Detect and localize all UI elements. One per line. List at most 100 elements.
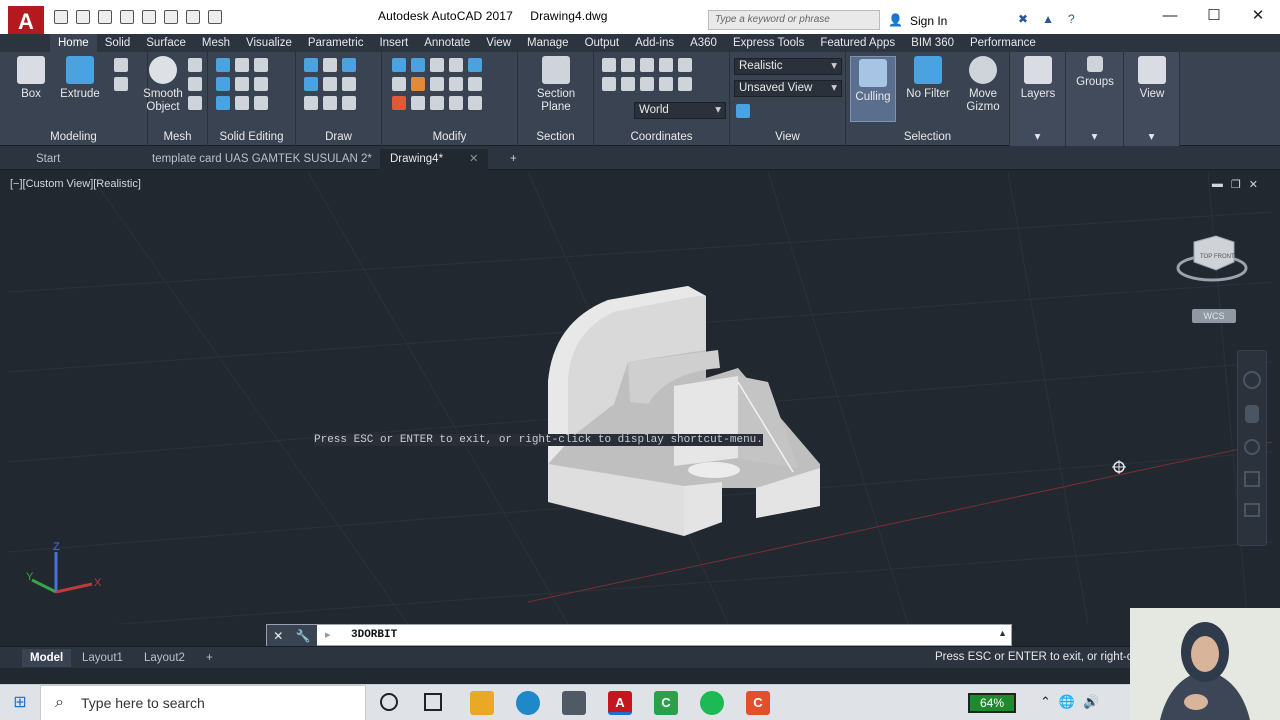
ucs-x-icon[interactable] bbox=[640, 58, 654, 72]
steering-wheel-icon[interactable] bbox=[1243, 371, 1261, 389]
copy-icon[interactable] bbox=[449, 58, 463, 72]
camtasia-green-icon[interactable]: C bbox=[654, 691, 678, 715]
extrude-button[interactable]: Extrude bbox=[58, 56, 102, 101]
3d-array-icon[interactable] bbox=[468, 96, 482, 110]
command-history-icon[interactable]: ▲ bbox=[998, 628, 1007, 638]
presspull-icon[interactable] bbox=[114, 77, 128, 91]
new-icon[interactable] bbox=[54, 10, 68, 24]
tab-express-tools[interactable]: Express Tools bbox=[725, 34, 812, 52]
ucs-origin-icon[interactable] bbox=[602, 77, 616, 91]
viewport-config-icon[interactable] bbox=[736, 104, 750, 118]
rotate-icon[interactable] bbox=[411, 58, 425, 72]
close-button[interactable]: ✕ bbox=[1236, 0, 1280, 32]
command-line[interactable]: ✕ 🔧 ▸ 3DORBIT ▲ bbox=[266, 624, 1012, 647]
thicken-icon[interactable] bbox=[235, 96, 249, 110]
edge-icon[interactable] bbox=[516, 691, 540, 715]
offset-icon[interactable] bbox=[411, 96, 425, 110]
section-plane-button[interactable]: Section Plane bbox=[528, 56, 584, 114]
layers-expand-icon[interactable]: ▾ bbox=[1010, 129, 1065, 143]
help-icon[interactable]: ? bbox=[1068, 12, 1075, 26]
interfere-icon[interactable] bbox=[235, 77, 249, 91]
layout-tab-model[interactable]: Model bbox=[22, 649, 72, 667]
ucs-dropdown[interactable]: World bbox=[634, 102, 726, 119]
tab-surface[interactable]: Surface bbox=[138, 34, 194, 52]
panel-title-mesh[interactable]: Mesh bbox=[148, 131, 207, 143]
tab-mesh[interactable]: Mesh bbox=[194, 34, 238, 52]
edit-faces-icon[interactable] bbox=[254, 58, 268, 72]
close-tab-icon[interactable]: ✕ bbox=[469, 153, 478, 165]
viewport-minimize-icon[interactable]: ▬ bbox=[1212, 178, 1223, 191]
tab-insert[interactable]: Insert bbox=[371, 34, 416, 52]
subtract-icon[interactable] bbox=[216, 77, 230, 91]
viewport-controls-label[interactable]: [−][Custom View][Realistic] bbox=[10, 178, 141, 190]
move-icon[interactable] bbox=[392, 58, 406, 72]
panel-title-section[interactable]: Section bbox=[518, 131, 593, 143]
trim-icon[interactable] bbox=[392, 77, 406, 91]
file-tab-start[interactable]: Start bbox=[26, 149, 70, 170]
wcs-menu[interactable]: WCS bbox=[1192, 309, 1236, 323]
panel-title-draw[interactable]: Draw bbox=[296, 131, 381, 143]
construction-line-icon[interactable] bbox=[323, 77, 337, 91]
pan-icon[interactable] bbox=[1245, 405, 1259, 423]
panel-title-solid-editing[interactable]: Solid Editing bbox=[208, 131, 295, 143]
viewport-restore-icon[interactable]: ❐ bbox=[1231, 178, 1241, 191]
smooth-less-icon[interactable] bbox=[188, 77, 202, 91]
showmotion-icon[interactable] bbox=[1244, 503, 1260, 517]
groups-button[interactable]: Groups bbox=[1070, 56, 1120, 89]
panel-title-view[interactable]: View bbox=[730, 131, 845, 143]
sign-in-button[interactable]: Sign In bbox=[910, 14, 947, 28]
match-properties-icon[interactable] bbox=[208, 10, 222, 24]
spotify-icon[interactable] bbox=[700, 691, 724, 715]
tab-home[interactable]: Home bbox=[50, 34, 97, 52]
save-as-icon[interactable] bbox=[120, 10, 134, 24]
cortana-icon[interactable] bbox=[380, 693, 398, 711]
close-icon[interactable]: ✕ bbox=[273, 629, 283, 643]
align-icon[interactable] bbox=[430, 96, 444, 110]
undo-icon[interactable] bbox=[164, 10, 178, 24]
file-explorer-icon[interactable] bbox=[470, 691, 494, 715]
show-hidden-icons-icon[interactable]: ⌃ bbox=[1040, 694, 1051, 710]
add-layout-button[interactable]: + bbox=[198, 649, 221, 667]
print-icon[interactable] bbox=[142, 10, 156, 24]
tab-output[interactable]: Output bbox=[577, 34, 628, 52]
groups-expand-icon[interactable]: ▾ bbox=[1066, 129, 1123, 143]
intersect-icon[interactable] bbox=[216, 96, 230, 110]
save-icon[interactable] bbox=[98, 10, 112, 24]
smooth-more-icon[interactable] bbox=[188, 58, 202, 72]
autodesk-a360-icon[interactable]: ▲ bbox=[1042, 12, 1054, 26]
layers-button[interactable]: Layers bbox=[1014, 56, 1062, 101]
layout-tab-layout1[interactable]: Layout1 bbox=[74, 649, 131, 667]
culling-button[interactable]: Culling bbox=[850, 56, 896, 122]
command-input[interactable]: 3DORBIT bbox=[351, 629, 397, 641]
fillet-icon[interactable] bbox=[411, 77, 425, 91]
circle-icon[interactable] bbox=[342, 77, 356, 91]
file-tab-drawing4[interactable]: Drawing4* ✕ bbox=[380, 149, 489, 170]
panel-title-selection[interactable]: Selection bbox=[846, 131, 1009, 143]
tab-featured-apps[interactable]: Featured Apps bbox=[812, 34, 903, 52]
open-icon[interactable] bbox=[76, 10, 90, 24]
refine-mesh-icon[interactable] bbox=[188, 96, 202, 110]
ucs-world-icon[interactable] bbox=[621, 58, 635, 72]
ucs-icon[interactable] bbox=[602, 58, 616, 72]
ucs-z-icon[interactable] bbox=[678, 58, 692, 72]
viewcube[interactable]: TOP FRONT bbox=[1172, 228, 1248, 288]
box-button[interactable]: Box bbox=[14, 56, 48, 101]
3d-align-icon[interactable] bbox=[449, 96, 463, 110]
hatch-icon[interactable] bbox=[323, 96, 337, 110]
union-icon[interactable] bbox=[216, 58, 230, 72]
move-gizmo-button[interactable]: Move Gizmo bbox=[960, 56, 1006, 114]
viewport-close-icon[interactable]: ✕ bbox=[1249, 178, 1258, 191]
ellipse-icon[interactable] bbox=[342, 96, 356, 110]
minimize-button[interactable]: — bbox=[1148, 0, 1192, 32]
spline-icon[interactable] bbox=[304, 77, 318, 91]
tab-a360[interactable]: A360 bbox=[682, 34, 725, 52]
tab-bim-360[interactable]: BIM 360 bbox=[903, 34, 962, 52]
separate-icon[interactable] bbox=[254, 96, 268, 110]
ucs-face-icon[interactable] bbox=[659, 77, 673, 91]
layout-tab-layout2[interactable]: Layout2 bbox=[136, 649, 193, 667]
extract-edges-icon[interactable] bbox=[254, 77, 268, 91]
redo-icon[interactable] bbox=[186, 10, 200, 24]
tab-solid[interactable]: Solid bbox=[97, 34, 139, 52]
tab-visualize[interactable]: Visualize bbox=[238, 34, 300, 52]
tab-performance[interactable]: Performance bbox=[962, 34, 1044, 52]
